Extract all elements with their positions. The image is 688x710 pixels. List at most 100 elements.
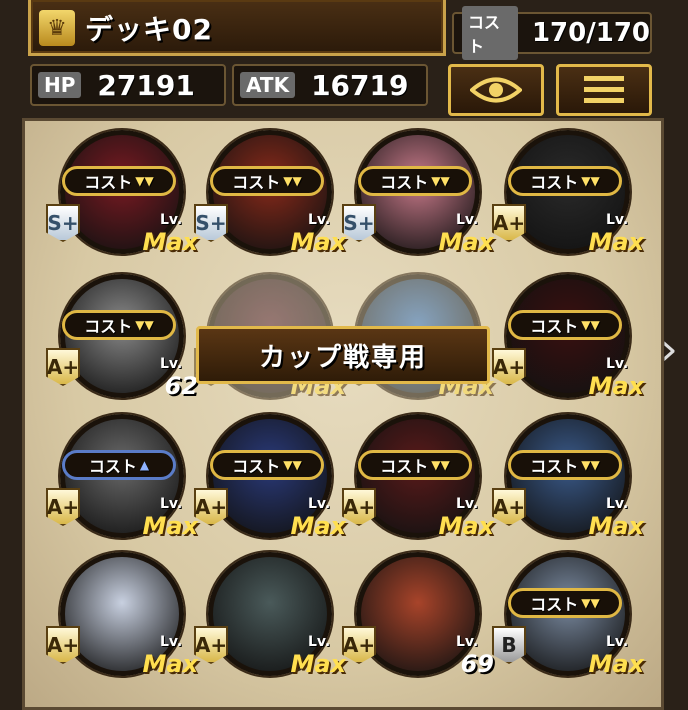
rank-badge: A+ [46,348,80,386]
level-value: Max [588,650,644,678]
unit-cost-pill: コスト ▼▼ [508,166,622,196]
rank-badge: A+ [46,626,80,664]
deck-title-bar[interactable]: ♛ デッキ02 [28,0,446,56]
cost-arrow-icon: ▼▼ [283,174,302,188]
level-label: Lv. [160,212,183,228]
unit-card[interactable]: A+ Lv.Max [194,540,346,690]
unit-cost-pill: コスト ▼▼ [62,166,176,196]
level-value: Max [290,512,346,540]
atk-box: ATK 16719 [232,64,428,106]
level-label: Lv. [606,212,629,228]
unit-card[interactable]: コスト ▼▼ A+ Lv. Max [342,402,494,552]
unit-cost-pill: コスト ▼▼ [508,450,622,480]
rank-badge: S+ [46,204,80,242]
rank-badge: A+ [492,204,526,242]
level-value: Max [588,512,644,540]
level-label: Lv. [456,634,479,650]
unit-card[interactable]: コスト ▼▼ S+ Lv. Max [342,118,494,268]
level-label: Lv. [606,634,629,650]
unit-cost-pill: コスト ▲ [62,450,176,480]
unit-card[interactable]: コスト ▼▼ A+ Lv. Max [492,402,644,552]
atk-value: 16719 [311,68,409,102]
unit-cost-label: コスト [84,173,133,192]
level-label: Lv. [160,634,183,650]
level-value: Max [142,512,198,540]
rank-badge: A+ [342,626,376,664]
level-label: Lv. [160,496,183,512]
rank-badge: A+ [194,626,228,664]
level-value: Max [438,228,494,256]
unit-cost-label: コスト [232,457,281,476]
level-value: 62 [164,372,198,400]
rank-badge: A+ [342,488,376,526]
atk-label: ATK [240,72,296,98]
cost-arrow-icon: ▼▼ [283,458,302,472]
rank-badge: A+ [492,488,526,526]
eye-icon [470,77,522,103]
view-button[interactable] [448,64,544,116]
unit-card[interactable]: コスト ▼▼ S+ Lv. Max [46,118,198,268]
unit-card[interactable]: コスト ▼▼ A+ Lv. Max [194,402,346,552]
cost-arrow-icon: ▼▼ [135,318,154,332]
level-label: Lv. [606,496,629,512]
unit-card[interactable]: コスト ▼▼ A+ Lv. Max [492,262,644,412]
cost-arrow-icon: ▲ [139,458,150,472]
unit-cost-label: コスト [530,173,579,192]
level-label: Lv. [308,496,331,512]
unit-cost-pill: コスト ▼▼ [358,450,472,480]
cost-label: コスト [462,6,518,60]
hp-value: 27191 [97,68,195,102]
level-value: Max [290,650,346,678]
menu-button[interactable] [556,64,652,116]
unit-card[interactable]: A+ Lv. 69 [342,540,494,690]
hp-label: HP [38,72,82,98]
unit-cost-pill: コスト ▼▼ [210,450,324,480]
cost-arrow-icon: ▼▼ [581,596,600,610]
rank-badge: A+ [46,488,80,526]
deck-cost-box: コスト 170/170 [452,6,652,60]
rank-badge: S+ [194,204,228,242]
chevron-right-icon[interactable]: › [654,322,684,378]
crown-emblem-icon: ♛ [39,10,75,46]
unit-cost-pill: コスト ▼▼ [508,588,622,618]
unit-card[interactable]: A+ Lv.Max [46,540,198,690]
unit-cost-pill: コスト ▼▼ [358,166,472,196]
unit-cost-pill: コスト ▼▼ [508,310,622,340]
cost-arrow-icon: ▼▼ [581,458,600,472]
unit-card[interactable]: コスト ▲ A+ Lv. Max [46,402,198,552]
level-label: Lv. [160,356,183,372]
rank-badge: B [492,626,526,664]
unit-card[interactable]: コスト ▼▼ S+ Lv. Max [194,118,346,268]
unit-cost-label: コスト [530,317,579,336]
rank-badge: S+ [342,204,376,242]
level-label: Lv. [456,212,479,228]
level-value: Max [290,228,346,256]
level-label: Lv. [456,496,479,512]
cost-value: 170/170 [531,18,650,48]
cost-arrow-icon: ▼▼ [581,318,600,332]
rank-badge: A+ [194,488,228,526]
cost-arrow-icon: ▼▼ [431,458,450,472]
level-label: Lv. [308,634,331,650]
unit-cost-label: コスト [530,595,579,614]
hp-box: HP 27191 [30,64,226,106]
unit-card[interactable]: コスト ▼▼ A+ Lv. Max [492,118,644,268]
unit-cost-pill: コスト ▼▼ [62,310,176,340]
rank-badge: A+ [492,348,526,386]
unit-cost-label: コスト [380,457,429,476]
cost-arrow-icon: ▼▼ [431,174,450,188]
unit-cost-label: コスト [84,317,133,336]
unit-cost-label: コスト [530,457,579,476]
cost-arrow-icon: ▼▼ [135,174,154,188]
level-label: Lv. [606,356,629,372]
cost-arrow-icon: ▼▼ [581,174,600,188]
unit-cost-label: コスト [380,173,429,192]
unit-cost-pill: コスト ▼▼ [210,166,324,196]
unit-card[interactable]: コスト ▼▼ B Lv. Max [492,540,644,690]
level-value: Max [142,650,198,678]
unit-cost-label: コスト [232,173,281,192]
level-value: 69 [460,650,494,678]
level-value: Max [438,512,494,540]
unit-card[interactable]: コスト ▼▼ A+ Lv. 62 [46,262,198,412]
level-value: Max [142,228,198,256]
